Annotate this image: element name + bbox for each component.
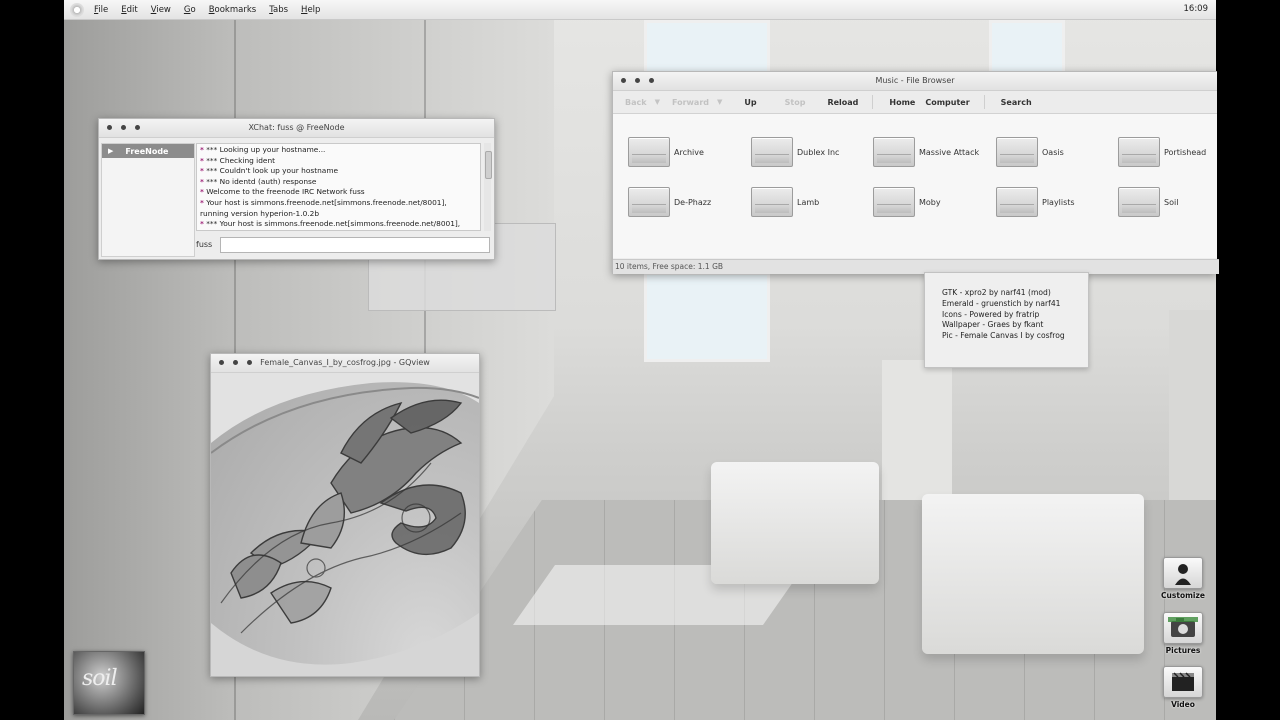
dock-label: Pictures bbox=[1165, 646, 1201, 655]
log-line: * *** No identd (auth) response bbox=[200, 176, 317, 186]
log-line: * *** Couldn't look up your hostname bbox=[200, 166, 339, 176]
forward-history-arrow-icon[interactable]: ▼ bbox=[717, 98, 722, 106]
folder-icon bbox=[996, 187, 1038, 217]
dock-label: Customize bbox=[1161, 591, 1205, 600]
clock[interactable]: 16:09 bbox=[1184, 4, 1209, 14]
log-line: * Your host is simmons.freenode.net[simm… bbox=[200, 197, 447, 207]
file-browser-toolbar: Back ▼ Forward ▼ Up Stop Reload Home Com… bbox=[613, 91, 1217, 114]
credit-line: Wallpaper - Graes by fkant bbox=[942, 320, 1044, 330]
wallpaper-window-middle bbox=[644, 272, 770, 362]
gqview-window[interactable]: Female_Canvas_I_by_cosfrog.jpg - GQview bbox=[210, 353, 480, 677]
menu-help[interactable]: Help bbox=[301, 5, 320, 15]
system-logo-icon[interactable] bbox=[70, 2, 84, 17]
chat-input[interactable] bbox=[220, 237, 490, 253]
toolbar-separator bbox=[983, 95, 985, 109]
folder-item[interactable]: Massive Attack bbox=[873, 137, 979, 167]
folder-icon bbox=[628, 137, 670, 167]
menu-view[interactable]: View bbox=[151, 5, 171, 15]
folder-item[interactable]: Moby bbox=[873, 187, 941, 217]
tattoo-artwork-image bbox=[211, 373, 479, 676]
wallpaper-cube-left bbox=[711, 462, 879, 584]
file-browser-titlebar[interactable]: Music - File Browser bbox=[613, 72, 1217, 91]
xchat-titlebar[interactable]: XChat: fuss @ FreeNode bbox=[99, 119, 494, 138]
status-bar: 10 items, Free space: 1.1 GB bbox=[613, 259, 1219, 274]
menu-tabs[interactable]: Tabs bbox=[269, 5, 288, 15]
back-button[interactable]: Back bbox=[625, 98, 647, 107]
folder-item[interactable]: Archive bbox=[628, 137, 704, 167]
toolbar-separator bbox=[872, 95, 874, 109]
top-menubar: File Edit View Go Bookmarks Tabs Help 16… bbox=[64, 0, 1216, 20]
back-history-arrow-icon[interactable]: ▼ bbox=[655, 98, 660, 106]
dock-item-video[interactable]: Video bbox=[1156, 666, 1210, 709]
credit-line: GTK - xpro2 by narf41 (mod) bbox=[942, 288, 1051, 297]
window-title: Music - File Browser bbox=[875, 76, 955, 85]
stop-button[interactable]: Stop bbox=[785, 98, 806, 107]
credit-line: Pic - Female Canvas I by cosfrog bbox=[942, 331, 1065, 341]
video-icon bbox=[1163, 666, 1203, 698]
gqview-titlebar[interactable]: Female_Canvas_I_by_cosfrog.jpg - GQview bbox=[211, 354, 479, 373]
credits-panel: GTK - xpro2 by narf41 (mod) Emerald - gr… bbox=[924, 272, 1089, 368]
folder-icon bbox=[751, 187, 793, 217]
expand-arrow-icon[interactable]: ▶ bbox=[108, 147, 113, 155]
folder-item[interactable]: Soil bbox=[1118, 187, 1178, 217]
network-item-freenode[interactable]: ▶ FreeNode bbox=[102, 144, 194, 158]
file-view[interactable]: Archive Dublex Inc Massive Attack Oasis … bbox=[613, 114, 1217, 258]
wallpaper-cube-right bbox=[922, 494, 1144, 654]
menu-go[interactable]: Go bbox=[184, 5, 196, 15]
letterbox-left bbox=[0, 0, 64, 720]
folder-icon bbox=[1118, 137, 1160, 167]
network-label: FreeNode bbox=[125, 146, 169, 156]
log-line: * Welcome to the freenode IRC Network fu… bbox=[200, 187, 365, 197]
log-line: running version hyperion-1.0.2b bbox=[200, 208, 320, 218]
folder-icon bbox=[1118, 187, 1160, 217]
folder-icon bbox=[628, 187, 670, 217]
folder-item[interactable]: Dublex Inc bbox=[751, 137, 839, 167]
album-title: soil bbox=[82, 666, 118, 691]
menu-file[interactable]: File bbox=[94, 5, 108, 15]
credit-line: Emerald - gruenstich by narf41 bbox=[942, 298, 1061, 308]
menu-edit[interactable]: Edit bbox=[121, 5, 137, 15]
up-button[interactable]: Up bbox=[744, 98, 756, 107]
customize-icon bbox=[1163, 557, 1203, 589]
log-line: * *** Looking up your hostname... bbox=[200, 145, 326, 154]
forward-button[interactable]: Forward bbox=[672, 98, 709, 107]
pictures-icon bbox=[1163, 612, 1203, 644]
image-view[interactable] bbox=[211, 373, 479, 676]
dock-item-pictures[interactable]: Pictures bbox=[1156, 612, 1210, 655]
file-browser-window[interactable]: Music - File Browser Back ▼ Forward ▼ Up… bbox=[612, 71, 1219, 274]
wallpaper-window-top bbox=[644, 20, 770, 74]
folder-item[interactable]: De-Phazz bbox=[628, 187, 711, 217]
reload-button[interactable]: Reload bbox=[827, 98, 858, 107]
chat-scrollbar[interactable] bbox=[484, 143, 492, 231]
channel-tree[interactable]: ▶ FreeNode bbox=[101, 143, 195, 257]
credit-line: Icons - Powered by fratrip bbox=[942, 309, 1040, 319]
scrollbar-thumb[interactable] bbox=[485, 151, 492, 179]
letterbox-right bbox=[1216, 0, 1280, 720]
computer-button[interactable]: Computer bbox=[925, 98, 969, 107]
xchat-window[interactable]: XChat: fuss @ FreeNode ▶ FreeNode * *** … bbox=[98, 118, 495, 260]
folder-item[interactable]: Oasis bbox=[996, 137, 1064, 167]
search-button[interactable]: Search bbox=[1001, 98, 1032, 107]
folder-item[interactable]: Portishead bbox=[1118, 137, 1206, 167]
menu-bookmarks[interactable]: Bookmarks bbox=[209, 5, 257, 15]
home-button[interactable]: Home bbox=[889, 98, 915, 107]
window-title: XChat: fuss @ FreeNode bbox=[248, 123, 345, 132]
folder-icon bbox=[873, 137, 915, 167]
wallpaper-window-right bbox=[989, 20, 1065, 74]
dock-item-customize[interactable]: Customize bbox=[1156, 557, 1210, 600]
folder-icon bbox=[751, 137, 793, 167]
log-line: * *** Your host is simmons.freenode.net[… bbox=[200, 219, 461, 229]
album-art-widget[interactable]: soil bbox=[73, 651, 152, 715]
folder-item[interactable]: Playlists bbox=[996, 187, 1075, 217]
log-line: * *** Checking ident bbox=[200, 155, 276, 165]
dock-label: Video bbox=[1171, 700, 1195, 709]
nick-button[interactable]: fuss bbox=[196, 237, 216, 253]
window-title: Female_Canvas_I_by_cosfrog.jpg - GQview bbox=[260, 358, 430, 367]
folder-item[interactable]: Lamb bbox=[751, 187, 819, 217]
chat-log[interactable]: * *** Looking up your hostname... * *** … bbox=[196, 143, 481, 231]
folder-icon bbox=[873, 187, 915, 217]
folder-icon bbox=[996, 137, 1038, 167]
